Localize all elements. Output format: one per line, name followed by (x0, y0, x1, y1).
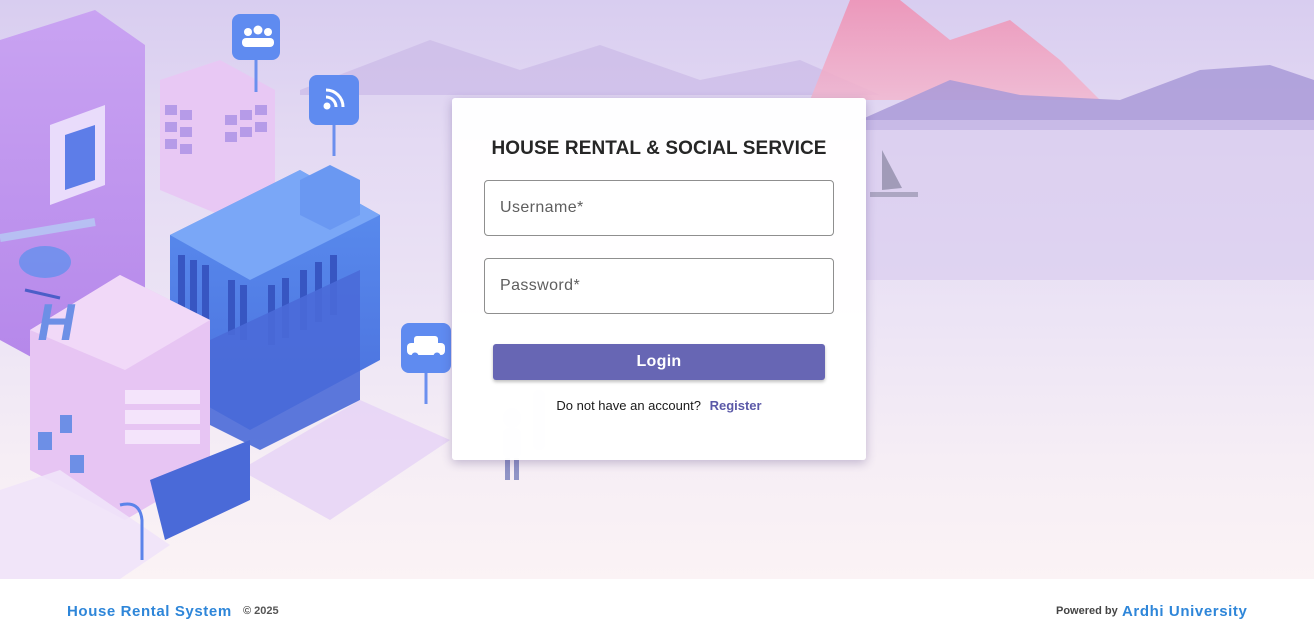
no-account-text: Do not have an account? (556, 398, 701, 413)
footer-powered-by: Powered by (1056, 605, 1118, 617)
footer-brand-link[interactable]: House Rental System (67, 603, 232, 620)
login-title: HOUSE RENTAL & SOCIAL SERVICE (491, 138, 827, 159)
register-link[interactable]: Register (710, 398, 762, 413)
footer-university-link[interactable]: Ardhi University (1122, 603, 1247, 620)
username-input[interactable] (484, 180, 834, 236)
login-button[interactable]: Login (493, 344, 825, 380)
wifi-icon (309, 75, 359, 156)
register-prompt: Do not have an account? Register (452, 398, 866, 413)
footer: House Rental System © 2025 Powered by Ar… (0, 579, 1314, 644)
login-card: HOUSE RENTAL & SOCIAL SERVICE Login Do n… (452, 98, 866, 460)
car-icon (401, 323, 451, 404)
password-input[interactable] (484, 258, 834, 314)
footer-copyright: © 2025 (243, 605, 279, 617)
